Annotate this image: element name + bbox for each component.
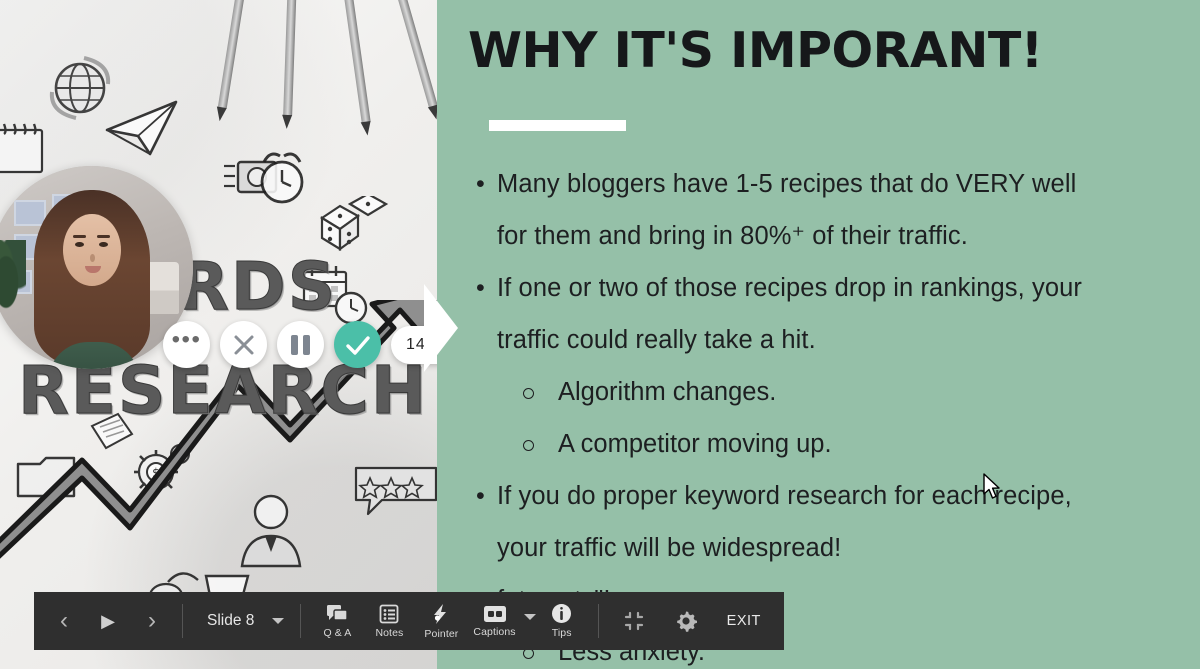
qa-icon bbox=[327, 604, 349, 621]
presentation-slide: WHY IT'S IMPORANT! Many bloggers have 1-… bbox=[437, 0, 1200, 669]
finish-recording-button[interactable] bbox=[334, 321, 381, 368]
more-icon: ••• bbox=[171, 325, 202, 353]
eyebrow-right bbox=[97, 235, 110, 238]
paper-plane-doodle-icon bbox=[105, 100, 178, 156]
pointer-icon bbox=[434, 603, 447, 624]
pointer-button[interactable]: Pointer bbox=[415, 596, 467, 646]
captions-group: Captions bbox=[467, 596, 536, 646]
slide-selector[interactable]: Slide 8 bbox=[193, 612, 290, 630]
title-underline-rule bbox=[489, 120, 626, 131]
chevron-left-icon: ‹ bbox=[60, 607, 68, 634]
next-slide-button[interactable]: › bbox=[132, 599, 172, 643]
play-icon: ▶ bbox=[101, 611, 115, 631]
bullet-level-1: Many bloggers have 1-5 recipes that do V… bbox=[473, 158, 1193, 210]
page-title: WHY IT'S IMPORANT! bbox=[468, 22, 1043, 79]
pause-recording-button[interactable] bbox=[277, 321, 324, 368]
wall-frame bbox=[14, 200, 46, 226]
bullet-level-2: Algorithm changes. bbox=[473, 366, 1193, 418]
slide-number-label: Slide 8 bbox=[207, 612, 255, 629]
recording-controls: ••• 14:04 bbox=[163, 321, 437, 368]
presentation-toolbar: ‹ ▶ › Slide 8 Q & A Notes Pointer Captio… bbox=[34, 592, 784, 650]
chevron-down-icon bbox=[272, 618, 285, 624]
presenter-face bbox=[63, 214, 121, 286]
more-options-button[interactable]: ••• bbox=[163, 321, 210, 368]
settings-button[interactable] bbox=[659, 599, 713, 643]
bullet-continuation-line: traffic could really take a hit. bbox=[497, 326, 816, 354]
tips-icon bbox=[552, 604, 572, 623]
cancel-recording-button[interactable] bbox=[220, 321, 267, 368]
eyebrow-left bbox=[73, 235, 86, 238]
plant-decor bbox=[0, 240, 26, 310]
bullet-continuation-line: your traffic will be widespread! bbox=[497, 534, 842, 562]
toolbar-divider bbox=[300, 604, 302, 638]
eye-left bbox=[75, 242, 84, 247]
qa-label: Q & A bbox=[323, 626, 352, 639]
notes-label: Notes bbox=[375, 626, 404, 639]
eye-right bbox=[99, 242, 108, 247]
exit-button[interactable]: EXIT bbox=[713, 613, 775, 629]
screen: $ ORDS RESEARCH bbox=[0, 0, 1200, 669]
tips-button[interactable]: Tips bbox=[536, 596, 588, 646]
alarm-clock-doodle-icon bbox=[260, 152, 304, 204]
notes-button[interactable]: Notes bbox=[363, 596, 415, 646]
presenter-video-panel: $ ORDS RESEARCH bbox=[0, 0, 437, 669]
close-icon bbox=[234, 335, 253, 354]
exit-fullscreen-icon bbox=[624, 611, 643, 631]
notes-icon bbox=[380, 604, 399, 623]
play-button[interactable]: ▶ bbox=[88, 599, 128, 643]
qa-button[interactable]: Q & A bbox=[311, 596, 363, 646]
toolbar-divider bbox=[182, 604, 183, 638]
nose bbox=[90, 254, 95, 262]
bullet-level-1: If one or two of those recipes drop in r… bbox=[473, 262, 1193, 314]
captions-button[interactable]: Captions bbox=[467, 596, 521, 646]
tips-label: Tips bbox=[551, 627, 572, 639]
bullet-level-2: A competitor moving up. bbox=[473, 418, 1193, 470]
pause-icon bbox=[291, 334, 310, 355]
bullet-level-1: If you do proper keyword research for ea… bbox=[473, 470, 1193, 522]
chevron-right-icon: › bbox=[148, 607, 156, 634]
mouth bbox=[85, 266, 101, 273]
toolbar-divider bbox=[597, 604, 599, 638]
captions-label: Captions bbox=[473, 625, 516, 638]
previous-slide-button[interactable]: ‹ bbox=[44, 599, 84, 643]
captions-icon bbox=[483, 605, 506, 622]
bullet-continuation-line: for them and bring in 80%⁺ of their traf… bbox=[497, 222, 968, 250]
captions-chevron-down-icon[interactable] bbox=[523, 614, 536, 620]
exit-fullscreen-button[interactable] bbox=[609, 599, 659, 643]
gear-icon bbox=[676, 611, 697, 632]
dice-doodle-icon bbox=[319, 196, 389, 252]
playback-nav: ‹ ▶ › bbox=[34, 599, 172, 643]
pointer-label: Pointer bbox=[424, 627, 459, 640]
check-icon bbox=[345, 335, 370, 355]
slide-seam-arrow bbox=[424, 284, 458, 372]
